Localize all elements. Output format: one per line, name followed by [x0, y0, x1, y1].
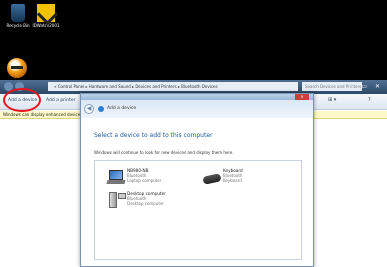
device-category: Desktop computer: [127, 201, 165, 206]
device-item[interactable]: Keyboard Bluetooth Keyboard: [223, 168, 243, 183]
dialog-header: ◀ Add a device: [81, 100, 313, 118]
view-options-icon[interactable]: ⊞ ▾: [328, 97, 336, 103]
keyboard-icon: [202, 173, 222, 185]
highlight-circle-annotation: [3, 88, 41, 112]
window-controls[interactable]: – ▭ ✕: [350, 80, 383, 94]
device-category: Keyboard: [223, 178, 242, 183]
desktop-icon-idwatch[interactable]: IDWatch2001: [32, 4, 60, 28]
back-arrow-icon[interactable]: ◀: [84, 104, 94, 114]
start-orb-stripe: [11, 66, 23, 69]
add-printer-button[interactable]: Add a printer: [46, 98, 76, 103]
add-device-icon: [98, 106, 104, 112]
dialog-title: Add a device: [107, 106, 137, 111]
desktop-icon-recycle-bin[interactable]: Recycle Bin: [4, 4, 32, 28]
device-item[interactable]: Desktop computer Bluetooth Desktop compu…: [127, 191, 166, 206]
recycle-bin-icon: [11, 4, 25, 22]
dialog-subtitle: Windows will continue to look for new de…: [94, 150, 234, 155]
add-device-dialog: ✕ ◀ Add a device Select a device to add …: [80, 93, 314, 267]
desktop-icon-label: Recycle Bin: [6, 23, 30, 28]
desktop-computer-icon: [109, 192, 127, 209]
address-field[interactable]: « Control Panel ▸ Hardware and Sound ▸ D…: [48, 82, 298, 91]
help-icon[interactable]: ?: [368, 97, 371, 103]
device-list: NB980-NB Bluetooth Laptop computer Keybo…: [94, 160, 302, 260]
address-bar-strip: « Control Panel ▸ Hardware and Sound ▸ D…: [0, 80, 387, 94]
dialog-heading: Select a device to add to this computer: [94, 132, 213, 139]
device-item[interactable]: NB980-NB Bluetooth Laptop computer: [127, 168, 161, 183]
device-category: Laptop computer: [127, 178, 162, 183]
idwatch-icon: [37, 4, 55, 22]
laptop-icon: [106, 170, 126, 184]
